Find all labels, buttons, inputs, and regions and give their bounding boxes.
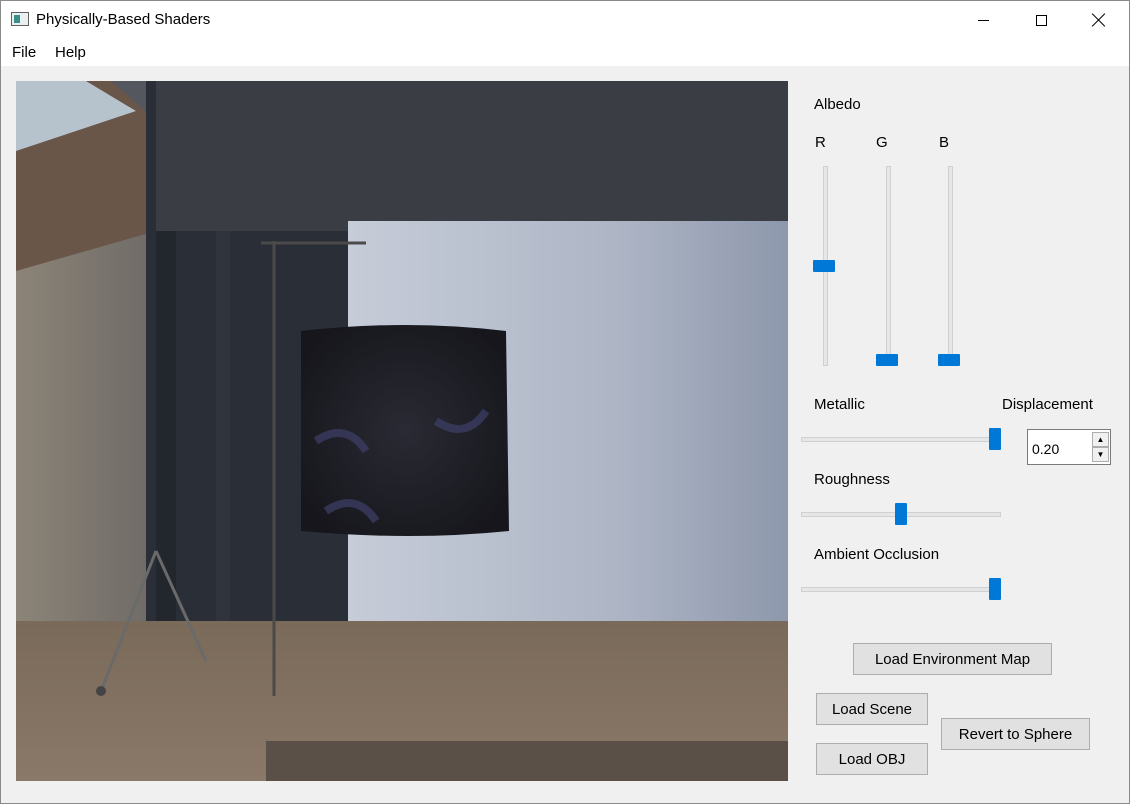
albedo-label: Albedo [814, 96, 861, 113]
title-bar: Physically-Based Shaders [1, 1, 1129, 39]
arrow-down-icon: ▼ [1096, 449, 1105, 459]
albedo-g-slider[interactable] [876, 166, 902, 368]
minimize-icon [977, 19, 989, 21]
render-viewport[interactable] [16, 81, 788, 781]
spin-up-button[interactable]: ▲ [1092, 432, 1109, 447]
menu-file[interactable]: File [12, 44, 36, 61]
window-title: Physically-Based Shaders [36, 11, 211, 28]
displacement-input[interactable] [1032, 440, 1092, 458]
slider-handle[interactable] [895, 503, 907, 525]
slider-track [801, 437, 1001, 442]
app-window: Physically-Based Shaders File Help Albed… [0, 0, 1130, 804]
ambient-occlusion-slider[interactable] [801, 578, 1003, 602]
ambient-occlusion-label: Ambient Occlusion [814, 546, 940, 563]
albedo-b-slider[interactable] [938, 166, 964, 368]
environment-scene [16, 81, 788, 781]
menu-help[interactable]: Help [55, 44, 86, 61]
maximize-button[interactable] [1012, 1, 1070, 39]
metallic-slider[interactable] [801, 428, 1003, 452]
roughness-slider[interactable] [801, 503, 1003, 527]
roughness-label: Roughness [814, 471, 890, 488]
slider-handle[interactable] [989, 578, 1001, 600]
app-icon [11, 12, 29, 26]
close-icon [1092, 13, 1106, 27]
displacement-spinbox[interactable]: ▲ ▼ [1027, 429, 1111, 465]
albedo-g-label: G [876, 134, 888, 151]
albedo-b-label: B [939, 134, 950, 151]
maximize-icon [1035, 14, 1047, 26]
slider-track [948, 166, 953, 366]
menu-bar: File Help [1, 39, 1129, 66]
slider-handle[interactable] [813, 260, 835, 272]
arrow-up-icon: ▲ [1096, 434, 1105, 444]
load-scene-button[interactable]: Load Scene [816, 693, 928, 725]
minimize-button[interactable] [954, 1, 1012, 39]
load-environment-map-button[interactable]: Load Environment Map [853, 643, 1052, 675]
slider-track [801, 587, 1001, 592]
close-button[interactable] [1070, 1, 1128, 39]
albedo-r-label: R [815, 134, 826, 151]
albedo-r-slider[interactable] [813, 166, 839, 368]
slider-handle[interactable] [938, 354, 960, 366]
displacement-label: Displacement [1002, 396, 1093, 413]
metallic-label: Metallic [814, 396, 865, 413]
revert-to-sphere-button[interactable]: Revert to Sphere [941, 718, 1090, 750]
spin-down-button[interactable]: ▼ [1092, 447, 1109, 462]
slider-handle[interactable] [989, 428, 1001, 450]
slider-handle[interactable] [876, 354, 898, 366]
load-obj-button[interactable]: Load OBJ [816, 743, 928, 775]
slider-track [886, 166, 891, 366]
